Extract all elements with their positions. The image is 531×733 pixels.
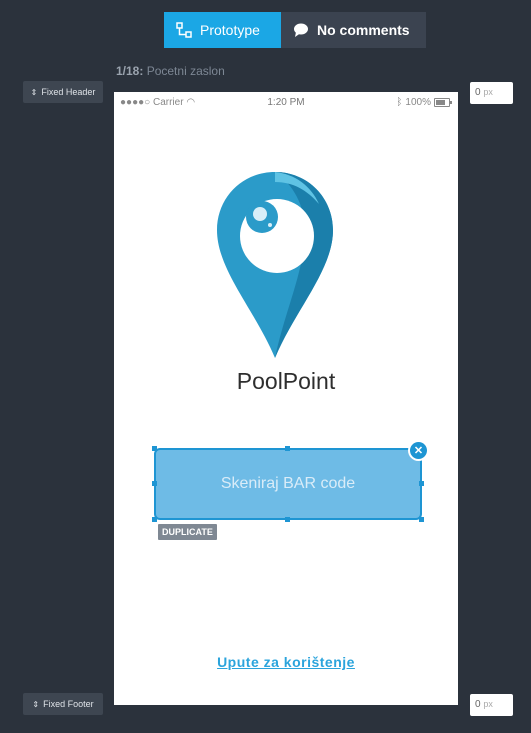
brand-name: PoolPoint [236, 368, 336, 394]
resize-handle[interactable] [152, 481, 157, 486]
battery: ᛒ 100% [396, 97, 452, 108]
fixed-footer-label: Fixed Footer [43, 699, 94, 709]
resize-handle[interactable] [285, 517, 290, 522]
footer-offset-value: 0 [475, 699, 481, 710]
footer-offset-unit: px [483, 699, 493, 709]
header-offset-value: 0 [475, 87, 481, 98]
screen-index: 1/18: [116, 64, 144, 78]
screen-name: Pocetni zaslon [146, 64, 225, 78]
header-offset-unit: px [483, 87, 493, 97]
tab-comments-label: No comments [317, 22, 410, 38]
fixed-header-button[interactable]: ⇕ Fixed Header [23, 81, 103, 103]
poolpoint-logo-icon [217, 172, 333, 358]
speech-bubble-icon [294, 23, 308, 37]
scan-button-wrapper: Skeniraj BAR code [152, 446, 424, 522]
phone-screen: ●●●●○ Carrier ◠ 1:20 PM ᛒ 100% PoolPoint… [114, 92, 458, 705]
battery-icon [434, 98, 452, 107]
resize-handle[interactable] [152, 517, 157, 522]
resize-handle[interactable] [419, 481, 424, 486]
battery-label: 100% [405, 97, 431, 108]
up-down-arrows-icon: ⇕ [30, 87, 38, 97]
scan-button-label: Skeniraj BAR code [220, 475, 356, 492]
fixed-footer-button[interactable]: ⇕ Fixed Footer [23, 693, 103, 715]
top-toolbar: Prototype No comments [0, 0, 531, 58]
header-offset-input[interactable]: 0 px [470, 82, 513, 104]
scan-barcode-button[interactable]: Skeniraj BAR code [154, 448, 422, 520]
bluetooth-icon: ᛒ [396, 97, 403, 108]
status-bar: ●●●●○ Carrier ◠ 1:20 PM ᛒ 100% [114, 92, 458, 112]
view-tabs: Prototype No comments [164, 12, 426, 48]
resize-handle[interactable] [285, 446, 290, 451]
duplicate-tag[interactable]: DUPLICATE [158, 524, 217, 540]
prototype-link-icon [176, 22, 192, 38]
resize-handle[interactable] [419, 517, 424, 522]
up-down-arrows-icon: ⇕ [32, 699, 40, 709]
tab-comments[interactable]: No comments [281, 12, 426, 48]
tab-prototype[interactable]: Prototype [164, 12, 281, 48]
close-icon[interactable]: ✕ [410, 442, 427, 459]
screen-title: 1/18: Pocetni zaslon [116, 64, 225, 78]
fixed-header-label: Fixed Header [41, 87, 96, 97]
footer-offset-input[interactable]: 0 px [470, 694, 513, 716]
help-link[interactable]: Upute za korištenje [114, 654, 458, 670]
tab-prototype-label: Prototype [200, 22, 260, 38]
resize-handle[interactable] [152, 446, 157, 451]
